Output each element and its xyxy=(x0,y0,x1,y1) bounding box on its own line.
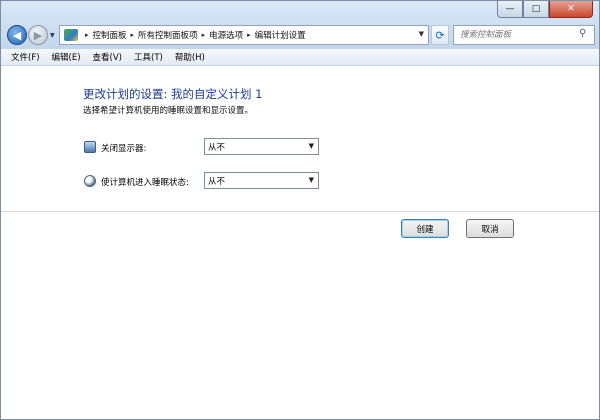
breadcrumb-edit-plan[interactable]: 编辑计划设置 xyxy=(255,29,306,41)
menu-tools[interactable]: 工具(T) xyxy=(134,51,163,63)
refresh-button[interactable]: ⟳ xyxy=(431,25,449,45)
turn-off-display-value: 从不 xyxy=(208,142,226,153)
monitor-icon xyxy=(84,141,96,153)
caption-buttons: — □ ✕ xyxy=(497,1,593,18)
page-title: 更改计划的设置: 我的自定义计划 1 xyxy=(83,87,263,101)
control-panel-icon xyxy=(64,29,78,41)
window: — □ ✕ ◀ ▶ ▼ ▸ 控制面板 ▸ 所有控制面板项 ▸ 电源选项 ▸ 编辑… xyxy=(0,0,600,420)
chevron-down-icon: ▼ xyxy=(308,142,314,150)
address-dropdown-icon[interactable]: ▼ xyxy=(419,30,424,38)
sleep-value: 从不 xyxy=(208,176,226,187)
breadcrumb-separator-icon[interactable]: ▸ xyxy=(247,31,251,39)
sleep-select[interactable]: 从不 ▼ xyxy=(204,172,319,189)
divider xyxy=(1,211,599,212)
menu-view[interactable]: 查看(V) xyxy=(93,51,122,63)
title-bar: — □ ✕ ◀ ▶ ▼ ▸ 控制面板 ▸ 所有控制面板项 ▸ 电源选项 ▸ 编辑… xyxy=(1,1,599,49)
breadcrumb-all-items[interactable]: 所有控制面板项 xyxy=(138,29,198,41)
close-button[interactable]: ✕ xyxy=(549,1,593,18)
page-description: 选择希望计算机使用的睡眠设置和显示设置。 xyxy=(83,106,254,116)
minimize-button[interactable]: — xyxy=(497,1,523,18)
search-icon[interactable]: ⚲ xyxy=(579,28,586,39)
turn-off-display-label: 关闭显示器: xyxy=(101,144,147,154)
sleep-label: 使计算机进入睡眠状态: xyxy=(101,178,189,188)
chevron-down-icon: ▼ xyxy=(308,176,314,184)
maximize-button[interactable]: □ xyxy=(523,1,549,18)
back-button[interactable]: ◀ xyxy=(7,25,27,45)
forward-button[interactable]: ▶ xyxy=(28,25,48,45)
menu-edit[interactable]: 编辑(E) xyxy=(52,51,81,63)
turn-off-display-select[interactable]: 从不 ▼ xyxy=(204,138,319,155)
menu-file[interactable]: 文件(F) xyxy=(11,51,40,63)
main-content: 更改计划的设置: 我的自定义计划 1 选择希望计算机使用的睡眠设置和显示设置。 … xyxy=(1,67,599,419)
search-input[interactable] xyxy=(453,25,595,45)
menu-bar: 文件(F) 编辑(E) 查看(V) 工具(T) 帮助(H) xyxy=(1,49,599,66)
breadcrumb-separator-icon[interactable]: ▸ xyxy=(202,31,206,39)
breadcrumb-separator-icon[interactable]: ▸ xyxy=(131,31,135,39)
address-bar[interactable]: ▸ 控制面板 ▸ 所有控制面板项 ▸ 电源选项 ▸ 编辑计划设置 ▼ xyxy=(59,25,429,45)
create-button[interactable]: 创建 xyxy=(401,219,449,238)
breadcrumb-separator-icon[interactable]: ▸ xyxy=(85,31,89,39)
breadcrumb-control-panel[interactable]: 控制面板 xyxy=(93,29,127,41)
recent-pages-dropdown-icon[interactable]: ▼ xyxy=(50,32,55,39)
menu-help[interactable]: 帮助(H) xyxy=(175,51,205,63)
moon-icon xyxy=(84,175,96,187)
refresh-icon: ⟳ xyxy=(435,28,445,42)
breadcrumb-power-options[interactable]: 电源选项 xyxy=(209,29,243,41)
cancel-button[interactable]: 取消 xyxy=(466,219,514,238)
